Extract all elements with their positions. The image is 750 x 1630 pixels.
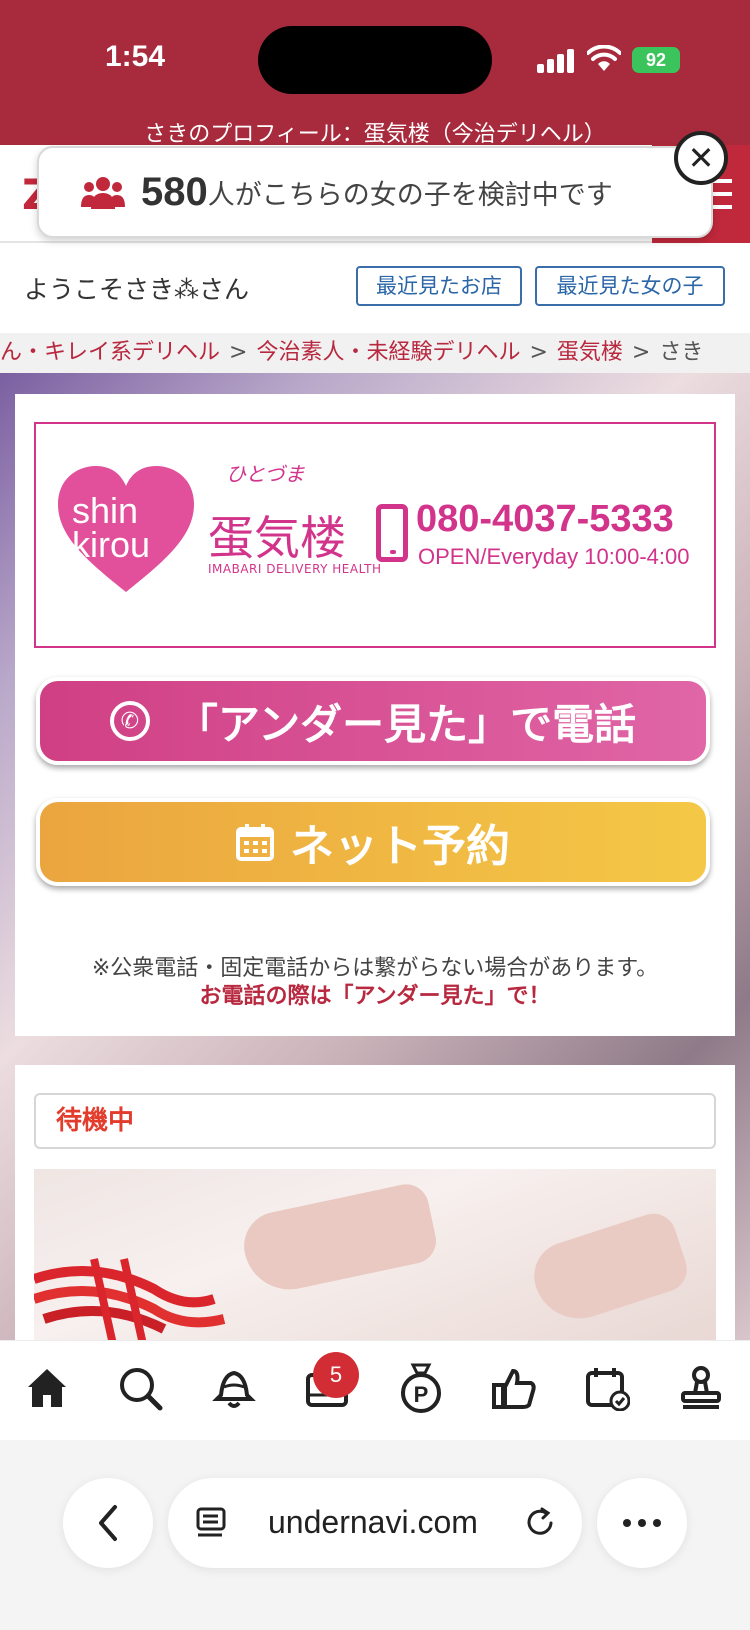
people-icon	[81, 177, 125, 209]
page-title: さきのプロフィール：蛋気楼（今治デリヘル）	[144, 122, 606, 147]
thumbs-up-icon[interactable]	[491, 1365, 537, 1411]
profile-photo[interactable]	[34, 1169, 716, 1340]
welcome-text: ようこそさき⁂さん	[24, 275, 250, 304]
shop-furigana: ひとづま	[226, 462, 305, 486]
bottom-navigation: P	[0, 1340, 750, 1440]
viewer-message: 人がこちらの女の子を検討中です	[207, 179, 613, 211]
status-label: 待機中	[34, 1093, 716, 1149]
chevron-left-icon	[99, 1505, 117, 1541]
svg-text:P: P	[414, 1382, 429, 1407]
reserve-button-label: ネット予約	[290, 821, 510, 872]
more-button[interactable]	[597, 1478, 687, 1568]
cellular-signal-icon	[537, 49, 575, 73]
breadcrumb-separator: >	[529, 340, 548, 365]
shop-hours: OPEN/Everyday 10:00-4:00	[418, 544, 690, 569]
stamp-icon[interactable]	[678, 1365, 724, 1411]
recent-girls-button[interactable]: 最近見た女の子	[535, 266, 725, 306]
breadcrumb-current: さき	[659, 340, 704, 365]
battery-indicator: 92	[632, 47, 680, 73]
notification-badge: 5	[313, 1352, 359, 1398]
status-bar: 1:54 92 さきのプロフィール：蛋気楼（今治デリヘル）	[0, 0, 750, 147]
breadcrumb-separator: >	[229, 340, 248, 365]
shop-banner[interactable]: shin kirou ひとづま 蛋気楼 IMABARI DELIVERY HEA…	[34, 422, 716, 648]
wifi-icon	[587, 45, 621, 71]
brand-line-1: shin	[72, 490, 139, 531]
status-card: 待機中	[15, 1065, 735, 1340]
brand-line-2: kirou	[72, 524, 151, 565]
phone-note-emphasis: お電話の際は「アンダー見た」で！	[199, 984, 551, 1009]
call-button[interactable]: ✆ 「アンダー見た」で電話	[36, 677, 710, 765]
shop-name-en: IMABARI DELIVERY HEALTH	[208, 562, 382, 576]
back-button[interactable]	[63, 1478, 153, 1568]
url-text: undernavi.com	[268, 1504, 478, 1540]
breadcrumb: ん・キレイ系デリヘル > 今治素人・未経験デリヘル > 蛋気楼 > さき	[0, 333, 750, 373]
breadcrumb-link[interactable]: 蛋気楼	[557, 340, 623, 365]
shop-card: shin kirou ひとづま 蛋気楼 IMABARI DELIVERY HEA…	[15, 394, 735, 1036]
viewers-toast: 580 人がこちらの女の子を検討中です	[37, 146, 713, 238]
shop-name: 蛋気楼	[208, 511, 346, 565]
shop-phone: 080-4037-5333	[416, 498, 674, 540]
photo-hand	[525, 1207, 693, 1331]
recent-shops-button[interactable]: 最近見たお店	[356, 266, 522, 306]
breadcrumb-link[interactable]: 今治素人・未経験デリヘル	[256, 340, 520, 365]
reload-icon[interactable]	[524, 1506, 558, 1540]
rope-image	[34, 1258, 226, 1340]
calendar-icon	[236, 824, 274, 861]
call-button-label: 「アンダー見た」で電話	[175, 699, 637, 749]
search-icon[interactable]	[117, 1365, 163, 1411]
viewer-count: 580	[141, 169, 208, 214]
reserve-button[interactable]: ネット予約	[36, 798, 710, 886]
clock: 1:54	[105, 40, 166, 73]
brand-logo-text: shin kirou	[72, 490, 151, 565]
breadcrumb-separator: >	[631, 340, 651, 365]
dynamic-island	[258, 26, 492, 94]
reader-icon[interactable]	[196, 1506, 228, 1540]
point-bag-icon[interactable]: P	[398, 1361, 444, 1413]
calendar-check-icon[interactable]	[584, 1365, 630, 1411]
phone-call-icon: ✆	[109, 701, 150, 741]
toast-close-button[interactable]: ✕	[674, 131, 728, 185]
home-icon[interactable]	[24, 1365, 70, 1411]
photo-hand	[237, 1180, 441, 1298]
phone-icon	[376, 504, 408, 562]
address-bar[interactable]: undernavi.com	[168, 1478, 582, 1568]
breadcrumb-link[interactable]: ん・キレイ系デリヘル	[0, 340, 220, 365]
bell-icon[interactable]	[211, 1365, 257, 1411]
ellipsis-icon	[623, 1519, 661, 1527]
browser-toolbar: undernavi.com	[0, 1440, 750, 1630]
